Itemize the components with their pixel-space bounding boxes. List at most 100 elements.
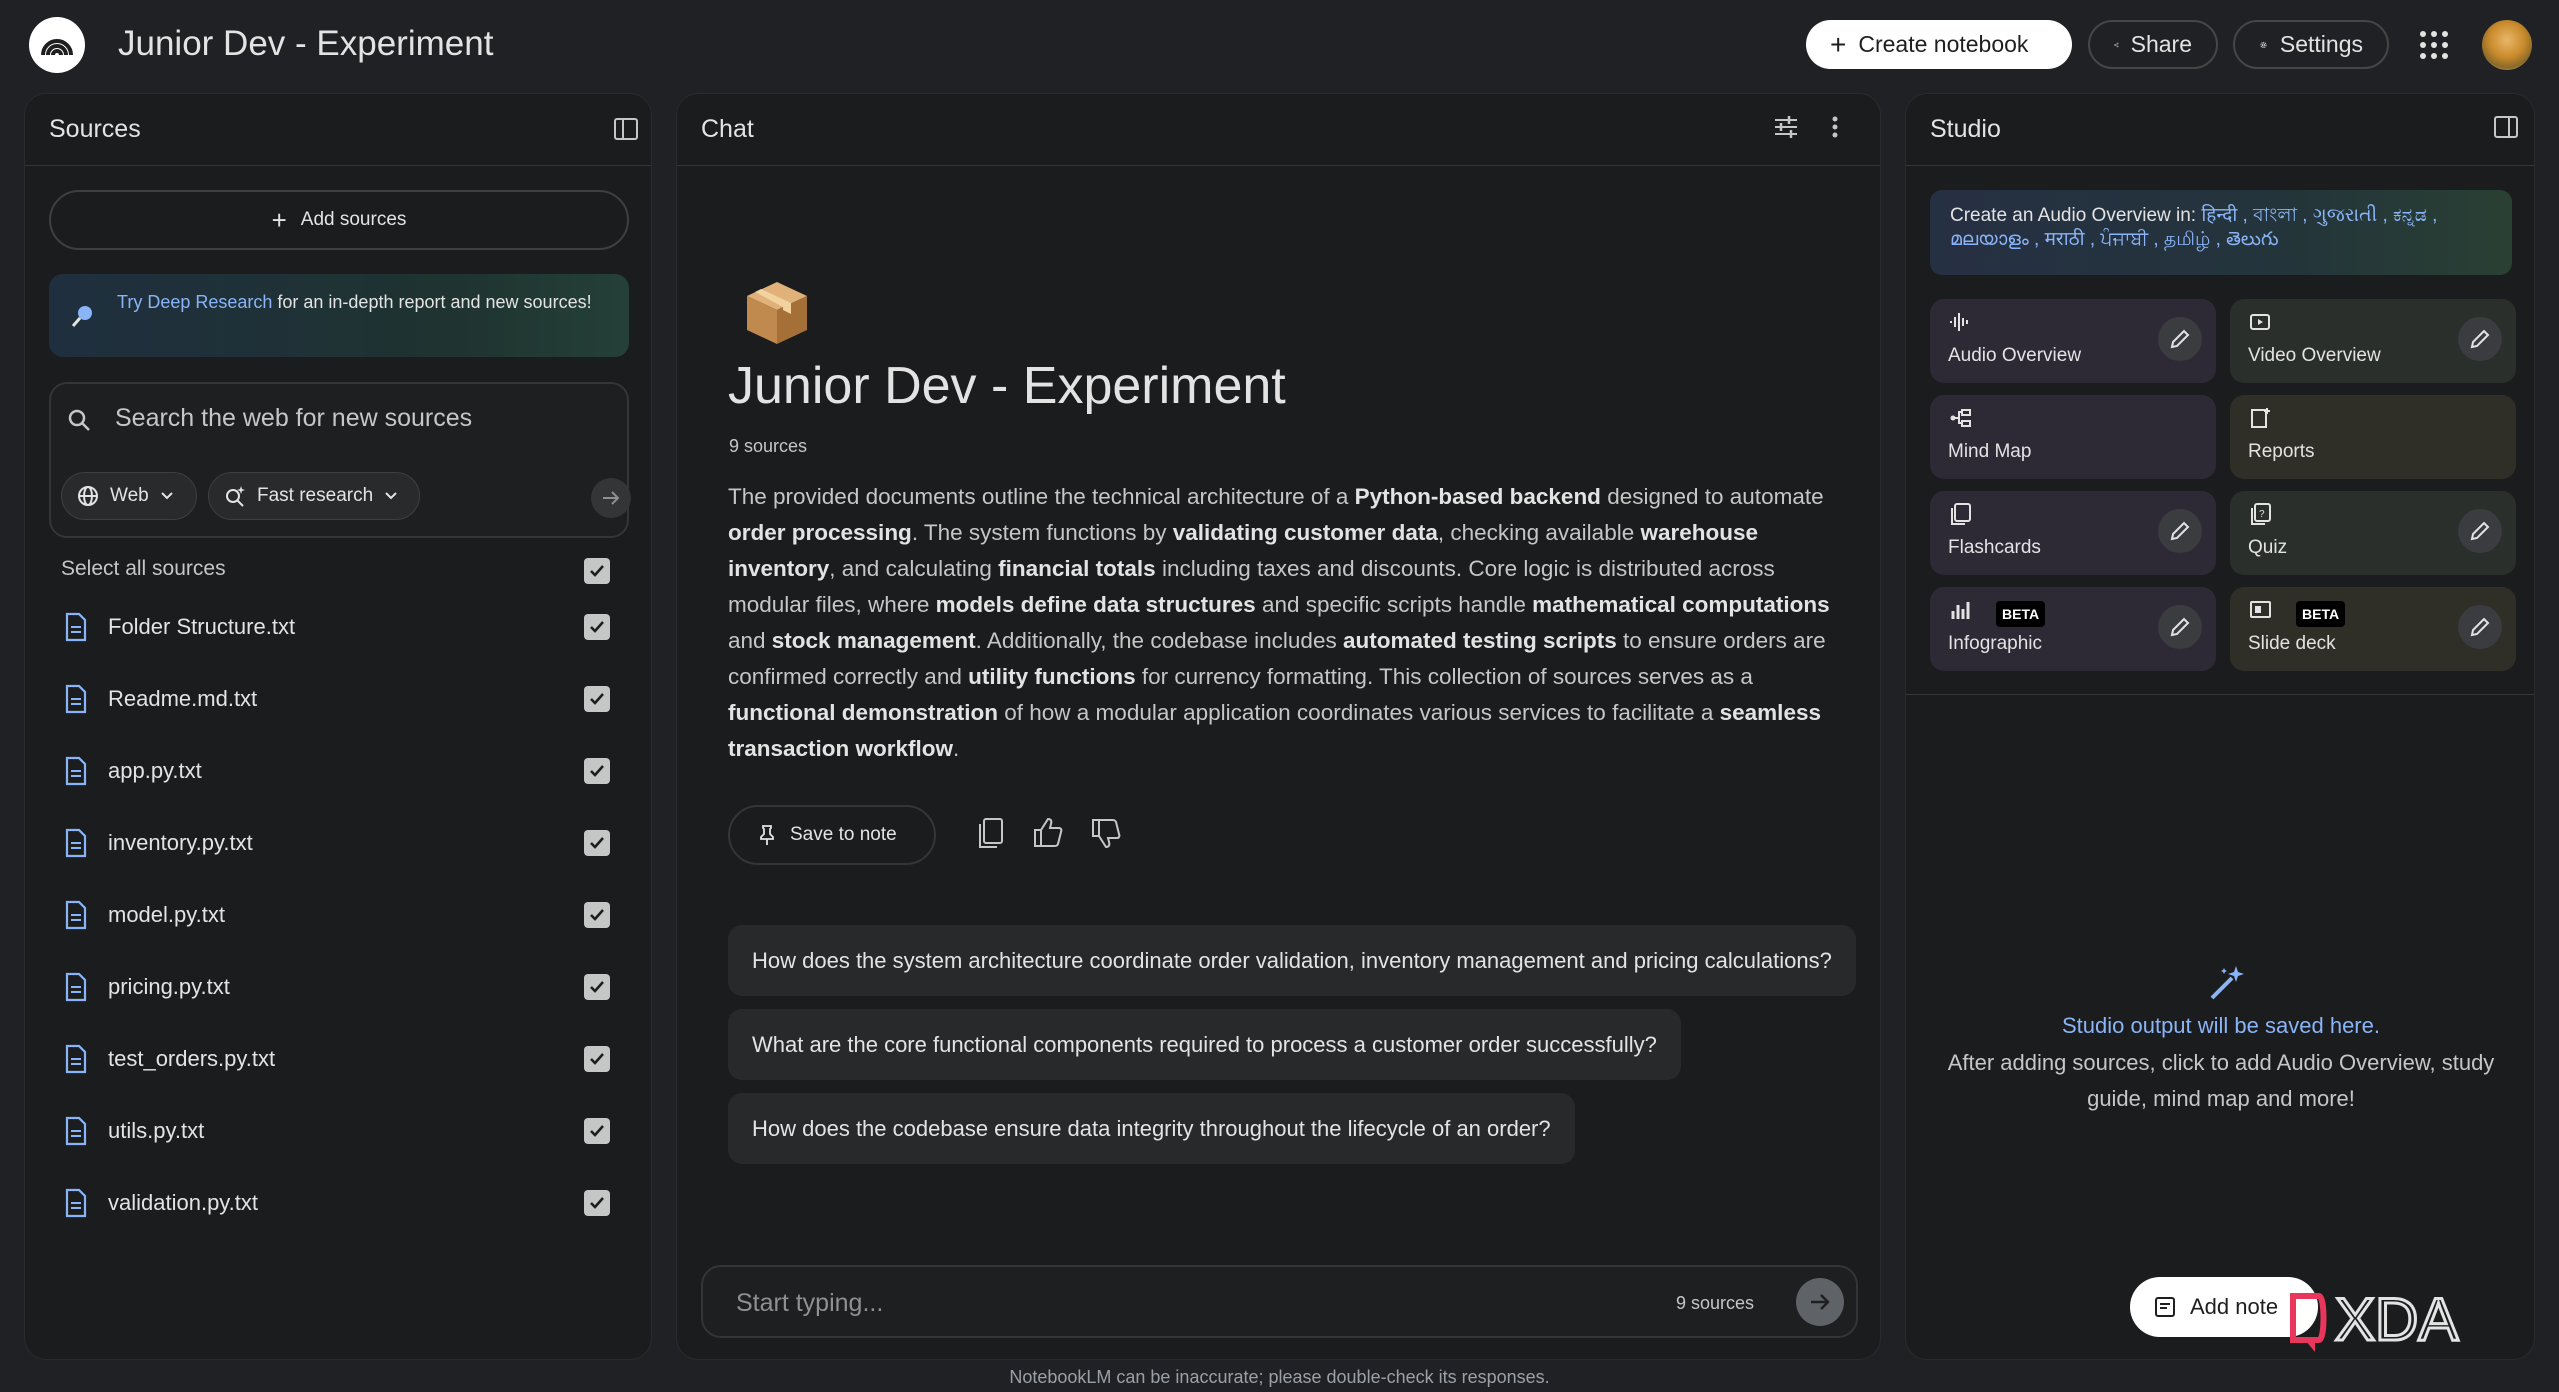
beta-badge: BETA (1996, 601, 2046, 627)
fast-research-dropdown[interactable]: Fast research (208, 472, 420, 520)
source-checkbox[interactable] (584, 1118, 610, 1144)
save-to-note-button[interactable]: Save to note (728, 805, 936, 865)
pencil-icon (2170, 329, 2190, 349)
settings-label: Settings (2279, 31, 2363, 57)
share-icon (2114, 42, 2119, 47)
submit-search-button[interactable] (591, 478, 631, 518)
source-item[interactable]: inventory.py.txt (25, 822, 651, 866)
settings-button[interactable]: Settings (2233, 20, 2389, 69)
mind-map-tile[interactable]: Mind Map (1930, 395, 2216, 479)
collapse-panel-icon[interactable] (613, 116, 639, 142)
source-checkbox[interactable] (584, 830, 610, 856)
save-to-note-label: Save to note (790, 824, 897, 845)
summary-text: , checking available (1437, 520, 1641, 545)
thumbs-up-icon[interactable] (1031, 816, 1065, 850)
source-checkbox[interactable] (584, 1046, 610, 1072)
share-label: Share (2130, 31, 2192, 57)
suggested-question[interactable]: How does the system architecture coordin… (728, 925, 1856, 996)
source-item[interactable]: app.py.txt (25, 750, 651, 794)
arrow-right-icon (603, 491, 620, 505)
studio-empty-description: After adding sources, click to add Audio… (1947, 1050, 2495, 1111)
audio-overview-tile[interactable]: Audio Overview (1930, 299, 2216, 383)
suggested-question[interactable]: What are the core functional components … (728, 1009, 1681, 1080)
collapse-panel-icon[interactable] (2493, 114, 2519, 140)
edit-button[interactable] (2158, 317, 2202, 361)
magic-wand-icon (2210, 966, 2244, 1000)
check-icon (590, 621, 604, 633)
web-search-box: Search the web for new sources Web Fast … (49, 382, 631, 538)
audio-overview-label: Audio Overview (1948, 345, 2082, 366)
user-avatar[interactable] (2482, 20, 2532, 70)
thumbs-down-icon[interactable] (1089, 816, 1123, 850)
chat-input-placeholder[interactable]: Start typing... (736, 1289, 883, 1318)
source-checkbox[interactable] (584, 686, 610, 712)
gear-icon (2260, 41, 2267, 48)
source-item[interactable]: pricing.py.txt (25, 966, 651, 1010)
quiz-tile[interactable]: ? Quiz (2230, 491, 2516, 575)
copy-icon[interactable] (975, 816, 1005, 850)
create-notebook-button[interactable]: + Create notebook (1806, 20, 2072, 69)
edit-button[interactable] (2458, 605, 2502, 649)
tune-icon[interactable] (1771, 112, 1801, 142)
document-icon (65, 684, 87, 714)
apps-grid-icon[interactable] (2418, 29, 2450, 61)
source-label: utils.py.txt (108, 1118, 205, 1143)
source-checkbox[interactable] (584, 974, 610, 1000)
source-item[interactable]: utils.py.txt (25, 1110, 651, 1154)
source-item[interactable]: validation.py.txt (25, 1182, 651, 1226)
slide-deck-tile[interactable]: BETA Slide deck (2230, 587, 2516, 671)
video-overview-tile[interactable]: Video Overview (2230, 299, 2516, 383)
summary-keyphrase: models define data structures (935, 592, 1256, 617)
chevron-down-icon (161, 492, 173, 500)
select-all-checkbox[interactable] (584, 558, 610, 584)
deep-research-banner[interactable]: Try Deep Research for an in-depth report… (49, 274, 629, 357)
check-icon (590, 837, 604, 849)
chat-input-box[interactable]: Start typing... 9 sources (701, 1265, 1858, 1338)
package-emoji-icon (747, 282, 807, 344)
add-sources-button[interactable]: + Add sources (49, 190, 629, 250)
source-item[interactable]: Folder Structure.txt (25, 606, 651, 650)
flashcards-tile[interactable]: Flashcards (1930, 491, 2216, 575)
summary-text: designed to automate (1600, 484, 1824, 509)
edit-button[interactable] (2158, 509, 2202, 553)
source-item[interactable]: model.py.txt (25, 894, 651, 938)
share-button[interactable]: Share (2088, 20, 2218, 69)
edit-button[interactable] (2158, 605, 2202, 649)
source-checkbox[interactable] (584, 902, 610, 928)
reports-tile[interactable]: Reports (2230, 395, 2516, 479)
suggested-question[interactable]: How does the codebase ensure data integr… (728, 1093, 1575, 1164)
send-button[interactable] (1796, 1278, 1844, 1326)
video-icon (2250, 314, 2270, 330)
chat-title: Chat (701, 115, 754, 143)
search-sparkle-icon (226, 486, 245, 507)
infographic-tile[interactable]: BETA Infographic (1930, 587, 2216, 671)
source-item[interactable]: test_orders.py.txt (25, 1038, 651, 1082)
deep-research-link[interactable]: Try Deep Research (117, 292, 272, 312)
source-checkbox[interactable] (584, 614, 610, 640)
web-search-input[interactable]: Search the web for new sources (115, 404, 472, 433)
notebooklm-logo-icon[interactable] (29, 17, 85, 73)
waveform-icon (1950, 313, 1968, 331)
web-source-dropdown[interactable]: Web (61, 472, 197, 520)
language-prefix: Create an Audio Overview in: (1950, 205, 2202, 226)
studio-title: Studio (1930, 115, 2001, 143)
source-label: Folder Structure.txt (108, 614, 296, 639)
summary-text: for currency formatting. This collection… (1135, 664, 1753, 689)
studio-divider (1906, 694, 2534, 695)
source-count: 9 sources (729, 436, 808, 456)
flashcards-icon (1951, 503, 1971, 525)
magnifier-sparkle-icon (71, 306, 92, 327)
more-vert-icon[interactable] (1827, 112, 1843, 142)
source-checkbox[interactable] (584, 758, 610, 784)
source-label: model.py.txt (108, 902, 225, 927)
source-checkbox[interactable] (584, 1190, 610, 1216)
summary-keyphrase: Python-based backend (1354, 484, 1601, 509)
source-label: test_orders.py.txt (108, 1046, 276, 1071)
web-label: Web (110, 485, 149, 506)
summary-keyphrase: utility functions (968, 664, 1136, 689)
source-item[interactable]: Readme.md.txt (25, 678, 651, 722)
check-icon (590, 1197, 604, 1209)
notebook-title[interactable]: Junior Dev - Experiment (118, 24, 493, 64)
edit-button[interactable] (2458, 317, 2502, 361)
edit-button[interactable] (2458, 509, 2502, 553)
